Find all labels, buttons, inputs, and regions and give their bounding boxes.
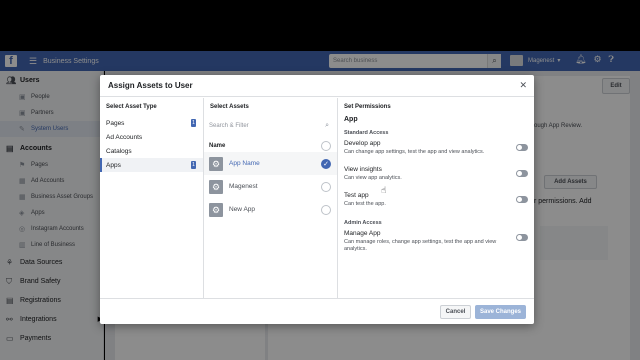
cancel-button[interactable]: Cancel xyxy=(440,305,471,319)
permissions-app-label: App xyxy=(344,116,358,123)
permissions-heading: Set Permissions xyxy=(344,104,391,110)
select-assets-column: Select Assets Search & Filter ⌕ Name ⚙ A… xyxy=(204,98,386,298)
asset-row-new-app[interactable]: ⚙ New App xyxy=(204,198,337,221)
admin-access-heading: Admin Access xyxy=(344,220,382,226)
dialog-header: Assign Assets to User xyxy=(100,75,534,97)
asset-row-app-name[interactable]: ⚙ App Name ✓ xyxy=(204,152,337,175)
asset-row-magenest[interactable]: ⚙ Magenest xyxy=(204,175,337,198)
asset-radio[interactable] xyxy=(321,181,331,192)
develop-app-toggle[interactable] xyxy=(516,144,528,151)
checkmark-icon[interactable]: ✓ xyxy=(321,158,331,169)
app-gear-icon: ⚙ xyxy=(209,202,223,217)
perm-test-app: Test app Can test the app. xyxy=(338,192,534,218)
asset-type-column: Select Asset Type Pages 1 Ad Accounts Ca… xyxy=(100,98,204,298)
asset-type-ad-accounts[interactable]: Ad Accounts xyxy=(100,130,203,144)
perm-manage-app: Manage App Can manage roles, change app … xyxy=(338,230,534,260)
select-all-radio[interactable] xyxy=(321,141,331,151)
save-changes-button[interactable]: Save Changes xyxy=(475,305,526,319)
asset-type-apps[interactable]: Apps 1 xyxy=(100,158,203,172)
asset-type-catalogs[interactable]: Catalogs xyxy=(100,144,203,158)
name-header-row: Name xyxy=(209,140,331,152)
letterbox xyxy=(0,0,640,51)
assign-assets-dialog: Assign Assets to User ✕ Select Asset Typ… xyxy=(100,75,534,324)
perm-develop-app: Develop app Can change app settings, tes… xyxy=(338,140,534,166)
close-icon[interactable]: ✕ xyxy=(519,80,527,91)
test-app-toggle[interactable] xyxy=(516,196,528,203)
app-gear-icon: ⚙ xyxy=(209,156,223,171)
perm-view-insights: View insights Can view app analytics. xyxy=(338,166,534,192)
view-insights-toggle[interactable] xyxy=(516,170,528,177)
app-gear-icon: ⚙ xyxy=(209,179,223,194)
dialog-footer: Cancel Save Changes xyxy=(100,298,534,324)
search-filter-input[interactable]: Search & Filter ⌕ xyxy=(209,119,329,133)
permissions-column: Set Permissions App Standard Access Deve… xyxy=(338,98,534,298)
standard-access-heading: Standard Access xyxy=(344,130,389,136)
asset-type-pages[interactable]: Pages 1 xyxy=(100,116,203,130)
asset-radio[interactable] xyxy=(321,204,331,215)
select-assets-heading: Select Assets xyxy=(210,104,249,110)
dialog-title: Assign Assets to User xyxy=(108,81,193,90)
search-icon: ⌕ xyxy=(325,122,329,129)
asset-type-heading: Select Asset Type xyxy=(106,104,157,110)
count-badge: 1 xyxy=(191,119,196,127)
count-badge: 1 xyxy=(191,161,196,169)
manage-app-toggle[interactable] xyxy=(516,234,528,241)
